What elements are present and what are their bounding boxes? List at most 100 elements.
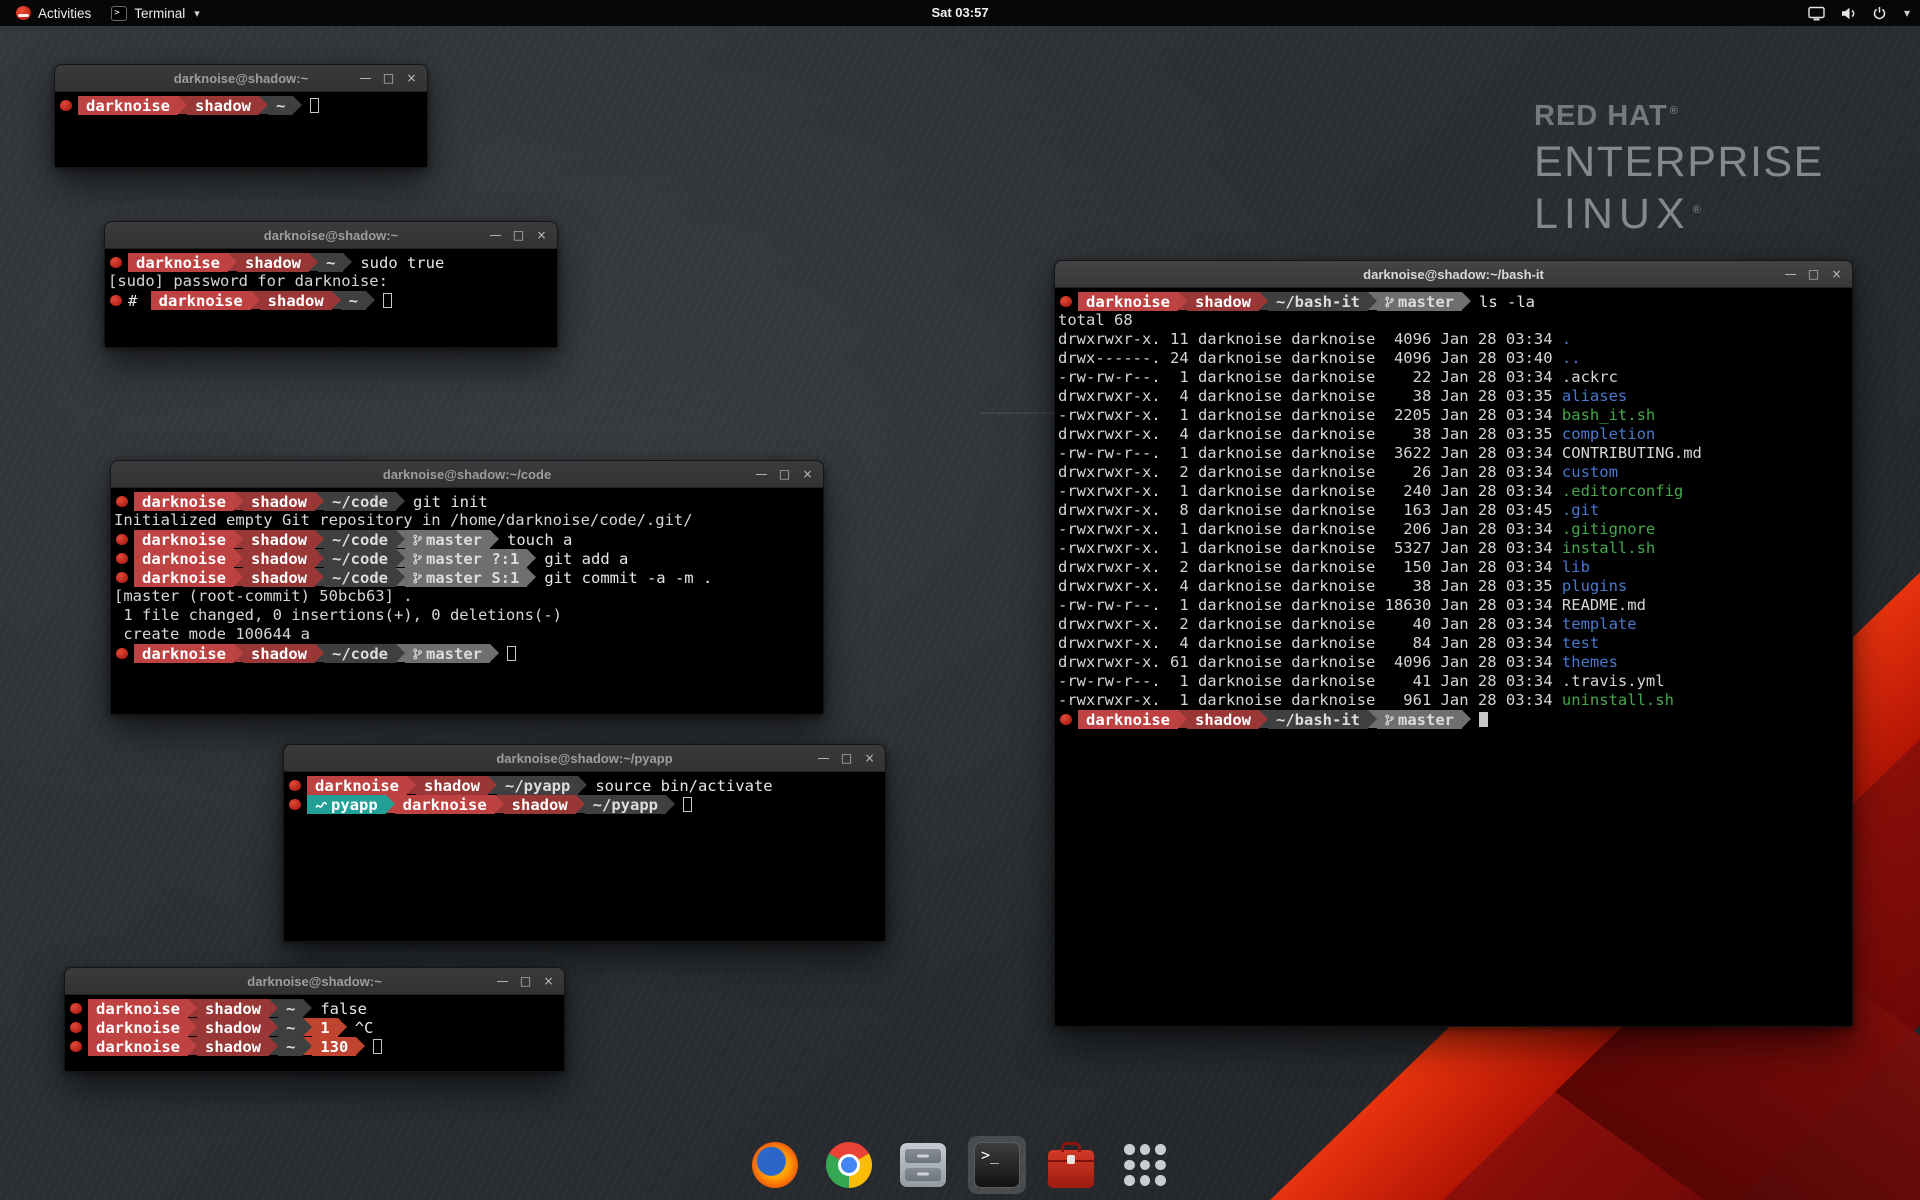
terminal-cursor — [683, 797, 692, 812]
firefox-icon — [752, 1142, 798, 1188]
registered-mark: ® — [1693, 204, 1707, 216]
output-text: drwxrwxr-x. 4 darknoise darknoise 84 Jan… — [1058, 634, 1562, 652]
circle-el — [419, 574, 422, 577]
dock-item-toolbox[interactable] — [1042, 1136, 1100, 1194]
window-controls: — □ × — [484, 222, 553, 248]
dock-item-terminal[interactable]: >_ — [968, 1136, 1026, 1194]
powerline-arrow-icon — [251, 291, 260, 309]
power-icon[interactable] — [1872, 6, 1887, 21]
grid-dot — [1124, 1175, 1135, 1186]
dock-item-app-grid[interactable] — [1116, 1136, 1174, 1194]
registered-mark: ® — [1670, 105, 1679, 117]
chevron-down-icon[interactable]: ▾ — [1902, 6, 1910, 20]
maximize-button[interactable]: □ — [514, 968, 537, 994]
volume-icon[interactable] — [1840, 6, 1857, 21]
chevron-down-icon: ▾ — [194, 7, 200, 20]
titlebar[interactable]: darknoise@shadow:~ — □ × — [105, 222, 557, 249]
output-text: Initialized empty Git repository in /hom… — [114, 511, 693, 529]
terminal-content[interactable]: darknoiseshadow~/bash-itmasterls -latota… — [1055, 289, 1852, 1026]
output-text: drwx------. 24 darknoise darknoise 4096 … — [1058, 349, 1562, 367]
prompt-segment-path: ~/bash-it — [1268, 292, 1368, 311]
prompt-segment-user: darknoise — [134, 568, 234, 587]
activities-button[interactable]: Activities — [6, 0, 101, 26]
minimize-button[interactable]: — — [812, 745, 835, 771]
dock-item-chrome[interactable] — [820, 1136, 878, 1194]
terminal-content[interactable]: darknoiseshadow~/pyappsource bin/activat… — [284, 773, 885, 941]
powerline-arrow-icon — [269, 1018, 278, 1036]
terminal-output-line: -rw-rw-r--. 1 darknoise darknoise 41 Jan… — [1058, 672, 1850, 691]
close-button[interactable]: × — [858, 745, 881, 771]
maximize-button[interactable]: □ — [1802, 261, 1825, 287]
terminal-cursor — [373, 1039, 382, 1054]
terminal-content[interactable]: darknoiseshadow~sudo true[sudo] password… — [105, 250, 557, 347]
powerline-arrow-icon — [315, 644, 324, 662]
prompt-redhat-icon — [70, 1041, 82, 1052]
output-text: lib — [1562, 558, 1590, 576]
close-button[interactable]: × — [1825, 261, 1848, 287]
circle-el — [414, 554, 417, 557]
terminal-window-1[interactable]: darknoise@shadow:~ — □ × darknoiseshadow… — [104, 221, 558, 348]
maximize-button[interactable]: □ — [773, 461, 796, 487]
terminal-window-4[interactable]: darknoise@shadow:~ — □ × darknoiseshadow… — [64, 967, 565, 1072]
powerline-arrow-icon — [1178, 710, 1187, 728]
prompt-segment-host: shadow — [243, 549, 315, 568]
body-el: { "topbar": { "activities_label": "Activ… — [0, 0, 1920, 1200]
terminal-window-0[interactable]: darknoise@shadow:~ — □ × darknoiseshadow… — [54, 64, 428, 168]
terminal-output-line: drwxrwxr-x. 2 darknoise darknoise 40 Jan… — [1058, 615, 1850, 634]
output-text: completion — [1562, 425, 1655, 443]
prompt-segment-path: ~/code — [324, 568, 396, 587]
terminal-content[interactable]: darknoiseshadow~falsedarknoiseshadow~1^C… — [65, 996, 564, 1071]
prompt-segment-path: ~ — [268, 96, 293, 115]
minimize-button[interactable]: — — [491, 968, 514, 994]
powerline-arrow-icon — [315, 530, 324, 548]
close-button[interactable]: × — [400, 65, 423, 91]
close-button[interactable]: × — [530, 222, 553, 248]
terminal-prompt-line: darknoiseshadow~/codemaster — [114, 644, 821, 663]
output-text: template — [1562, 615, 1637, 633]
output-text: drwxrwxr-x. 8 darknoise darknoise 163 Ja… — [1058, 501, 1562, 519]
files-icon — [900, 1143, 946, 1187]
minimize-button[interactable]: — — [1779, 261, 1802, 287]
terminal-window-code[interactable]: darknoise@shadow:~/code — □ × darknoises… — [110, 460, 824, 715]
titlebar[interactable]: darknoise@shadow:~/pyapp — □ × — [284, 745, 885, 772]
minimize-button[interactable]: — — [484, 222, 507, 248]
terminal-content[interactable]: darknoiseshadow~ — [55, 93, 427, 167]
titlebar[interactable]: darknoise@shadow:~ — □ × — [55, 65, 427, 92]
prompt-redhat-icon — [116, 572, 128, 583]
titlebar[interactable]: darknoise@shadow:~/code — □ × — [111, 461, 823, 488]
output-text: drwxrwxr-x. 4 darknoise darknoise 38 Jan… — [1058, 577, 1562, 595]
powerline-arrow-icon — [578, 776, 587, 794]
dock-item-files[interactable] — [894, 1136, 952, 1194]
titlebar[interactable]: darknoise@shadow:~/bash-it — □ × — [1055, 261, 1852, 288]
output-text: -rw-rw-r--. 1 darknoise darknoise 3622 J… — [1058, 444, 1702, 462]
display-icon[interactable] — [1808, 6, 1825, 21]
powerline-arrow-icon — [386, 795, 395, 813]
close-button[interactable]: × — [796, 461, 819, 487]
prompt-segment-path: ~ — [278, 1018, 303, 1037]
clock[interactable]: Sat 03:57 — [931, 0, 988, 26]
maximize-button[interactable]: □ — [507, 222, 530, 248]
circle-el — [1386, 722, 1389, 725]
minimize-button[interactable]: — — [750, 461, 773, 487]
maximize-button[interactable]: □ — [377, 65, 400, 91]
close-button[interactable]: × — [537, 968, 560, 994]
terminal-prompt-line: darknoiseshadow~/bash-itmaster — [1058, 710, 1850, 729]
terminal-output-line: -rwxrwxr-x. 1 darknoise darknoise 961 Ja… — [1058, 691, 1850, 710]
system-tray[interactable]: ▾ — [1808, 0, 1910, 26]
powerline-arrow-icon — [309, 253, 318, 271]
titlebar[interactable]: darknoise@shadow:~ — □ × — [65, 968, 564, 995]
terminal-window-pyapp[interactable]: darknoise@shadow:~/pyapp — □ × darknoise… — [283, 744, 886, 942]
terminal-content[interactable]: darknoiseshadow~/codegit initInitialized… — [111, 489, 823, 714]
powerline-arrow-icon — [293, 96, 302, 114]
dock-item-firefox[interactable] — [746, 1136, 804, 1194]
minimize-button[interactable]: — — [354, 65, 377, 91]
output-text: -rwxrwxr-x. 1 darknoise darknoise 5327 J… — [1058, 539, 1562, 557]
maximize-button[interactable]: □ — [835, 745, 858, 771]
circle-el — [1386, 297, 1389, 300]
window-title: darknoise@shadow:~ — [174, 71, 308, 86]
app-menu-terminal[interactable]: > Terminal ▾ — [101, 0, 210, 26]
output-text: -rw-rw-r--. 1 darknoise darknoise 22 Jan… — [1058, 368, 1618, 386]
terminal-window-bash-it[interactable]: darknoise@shadow:~/bash-it — □ × darknoi… — [1054, 260, 1853, 1027]
prompt-segment-user: darknoise — [128, 253, 228, 272]
toolbox-handle — [1061, 1142, 1081, 1152]
